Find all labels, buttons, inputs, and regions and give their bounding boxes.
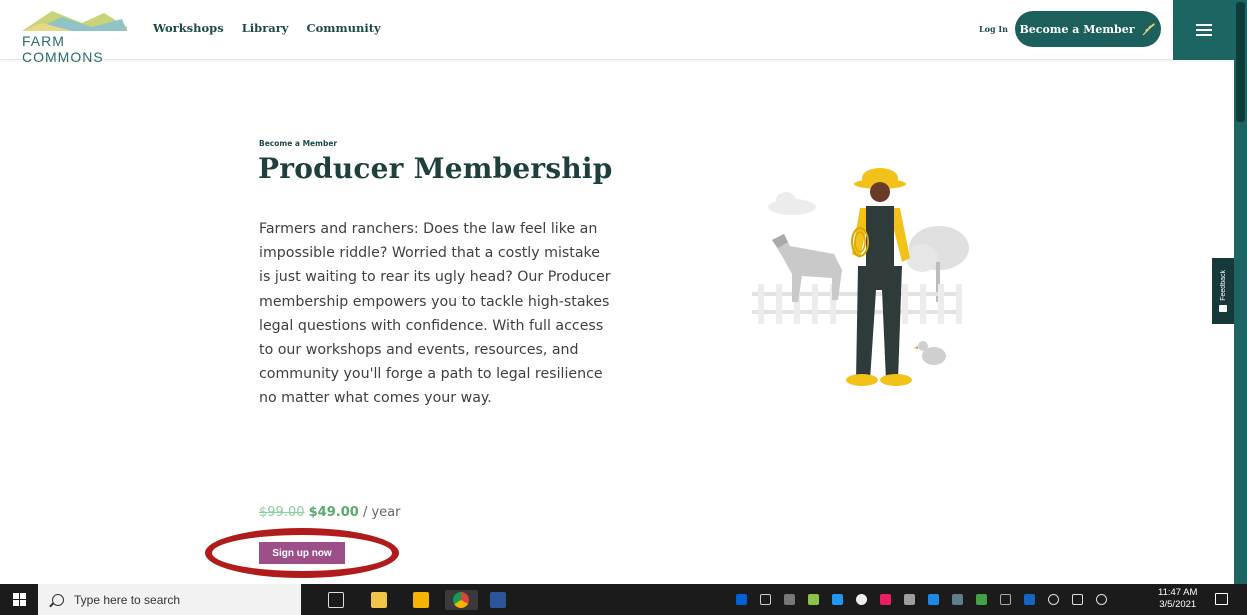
logo-text: FARM COMMONS [22, 33, 104, 65]
file-explorer-icon[interactable] [371, 592, 387, 608]
taskbar-clock[interactable]: 11:47 AM 3/5/2021 [1158, 587, 1197, 611]
tray-app-icon[interactable] [760, 594, 771, 605]
volume-icon[interactable] [1048, 594, 1059, 605]
farmer-illustration [752, 168, 969, 386]
price-line: $99.00 $49.00 / year [259, 505, 400, 520]
nav-community[interactable]: Community [306, 21, 380, 35]
chrome-icon[interactable] [453, 592, 469, 608]
clock-date: 3/5/2021 [1159, 599, 1197, 610]
feedback-tab[interactable]: Feedback [1212, 258, 1234, 324]
word-icon[interactable] [490, 592, 506, 608]
clock-time: 11:47 AM [1158, 587, 1198, 598]
tray-app-icon[interactable] [1024, 594, 1035, 605]
sticky-notes-icon[interactable] [413, 592, 429, 608]
battery-icon[interactable] [1072, 594, 1083, 605]
taskbar-search[interactable]: Type here to search [38, 584, 301, 615]
current-price: $49.00 [308, 505, 359, 520]
nav-workshops[interactable]: Workshops [153, 21, 224, 35]
eyebrow-label: Become a Member [259, 139, 338, 148]
search-placeholder: Type here to search [74, 592, 181, 607]
original-price: $99.00 [259, 505, 305, 520]
annotation-circle [205, 528, 399, 578]
farm-commons-logo[interactable]: FARM COMMONS [22, 9, 134, 65]
box-icon[interactable] [736, 594, 747, 605]
tray-app-icon[interactable] [952, 594, 963, 605]
search-icon [52, 593, 64, 606]
windows-taskbar: Type here to search 11:47 AM 3/5/2021 [0, 584, 1247, 615]
hamburger-menu-button[interactable] [1173, 0, 1234, 60]
site-header: FARM COMMONS Workshops Library Community… [0, 0, 1247, 65]
page-title: Producer Membership [258, 152, 613, 185]
membership-description: Farmers and ranchers: Does the law feel … [259, 221, 611, 407]
tray-app-icon[interactable] [880, 594, 891, 605]
nav-library[interactable]: Library [242, 21, 289, 35]
become-member-label: Become a Member [1019, 22, 1135, 36]
security-shield-icon[interactable] [976, 594, 987, 605]
dropbox-icon[interactable] [832, 594, 843, 605]
onedrive-icon[interactable] [856, 594, 867, 605]
wheat-icon [1142, 23, 1155, 36]
pen-icon[interactable] [1096, 594, 1107, 605]
become-member-button[interactable]: Become a Member [1015, 11, 1161, 47]
tray-app-icon[interactable] [808, 594, 819, 605]
tray-app-icon[interactable] [928, 594, 939, 605]
feedback-label: Feedback [1219, 270, 1227, 301]
wifi-icon[interactable] [1000, 594, 1011, 605]
logo-graphic [22, 11, 127, 31]
tray-app-icon[interactable] [784, 594, 795, 605]
main-nav: Workshops Library Community [153, 21, 381, 35]
price-period: / year [362, 505, 401, 520]
tray-app-icon[interactable] [904, 594, 915, 605]
feedback-icon [1219, 304, 1227, 312]
start-button[interactable] [0, 584, 38, 615]
login-link[interactable]: Log In [979, 24, 1008, 34]
scrollbar-thumb[interactable] [1236, 2, 1245, 122]
notifications-icon[interactable] [1215, 593, 1228, 605]
windows-logo-icon [12, 593, 26, 606]
task-view-icon[interactable] [328, 592, 344, 608]
menu-icon [1195, 24, 1212, 36]
